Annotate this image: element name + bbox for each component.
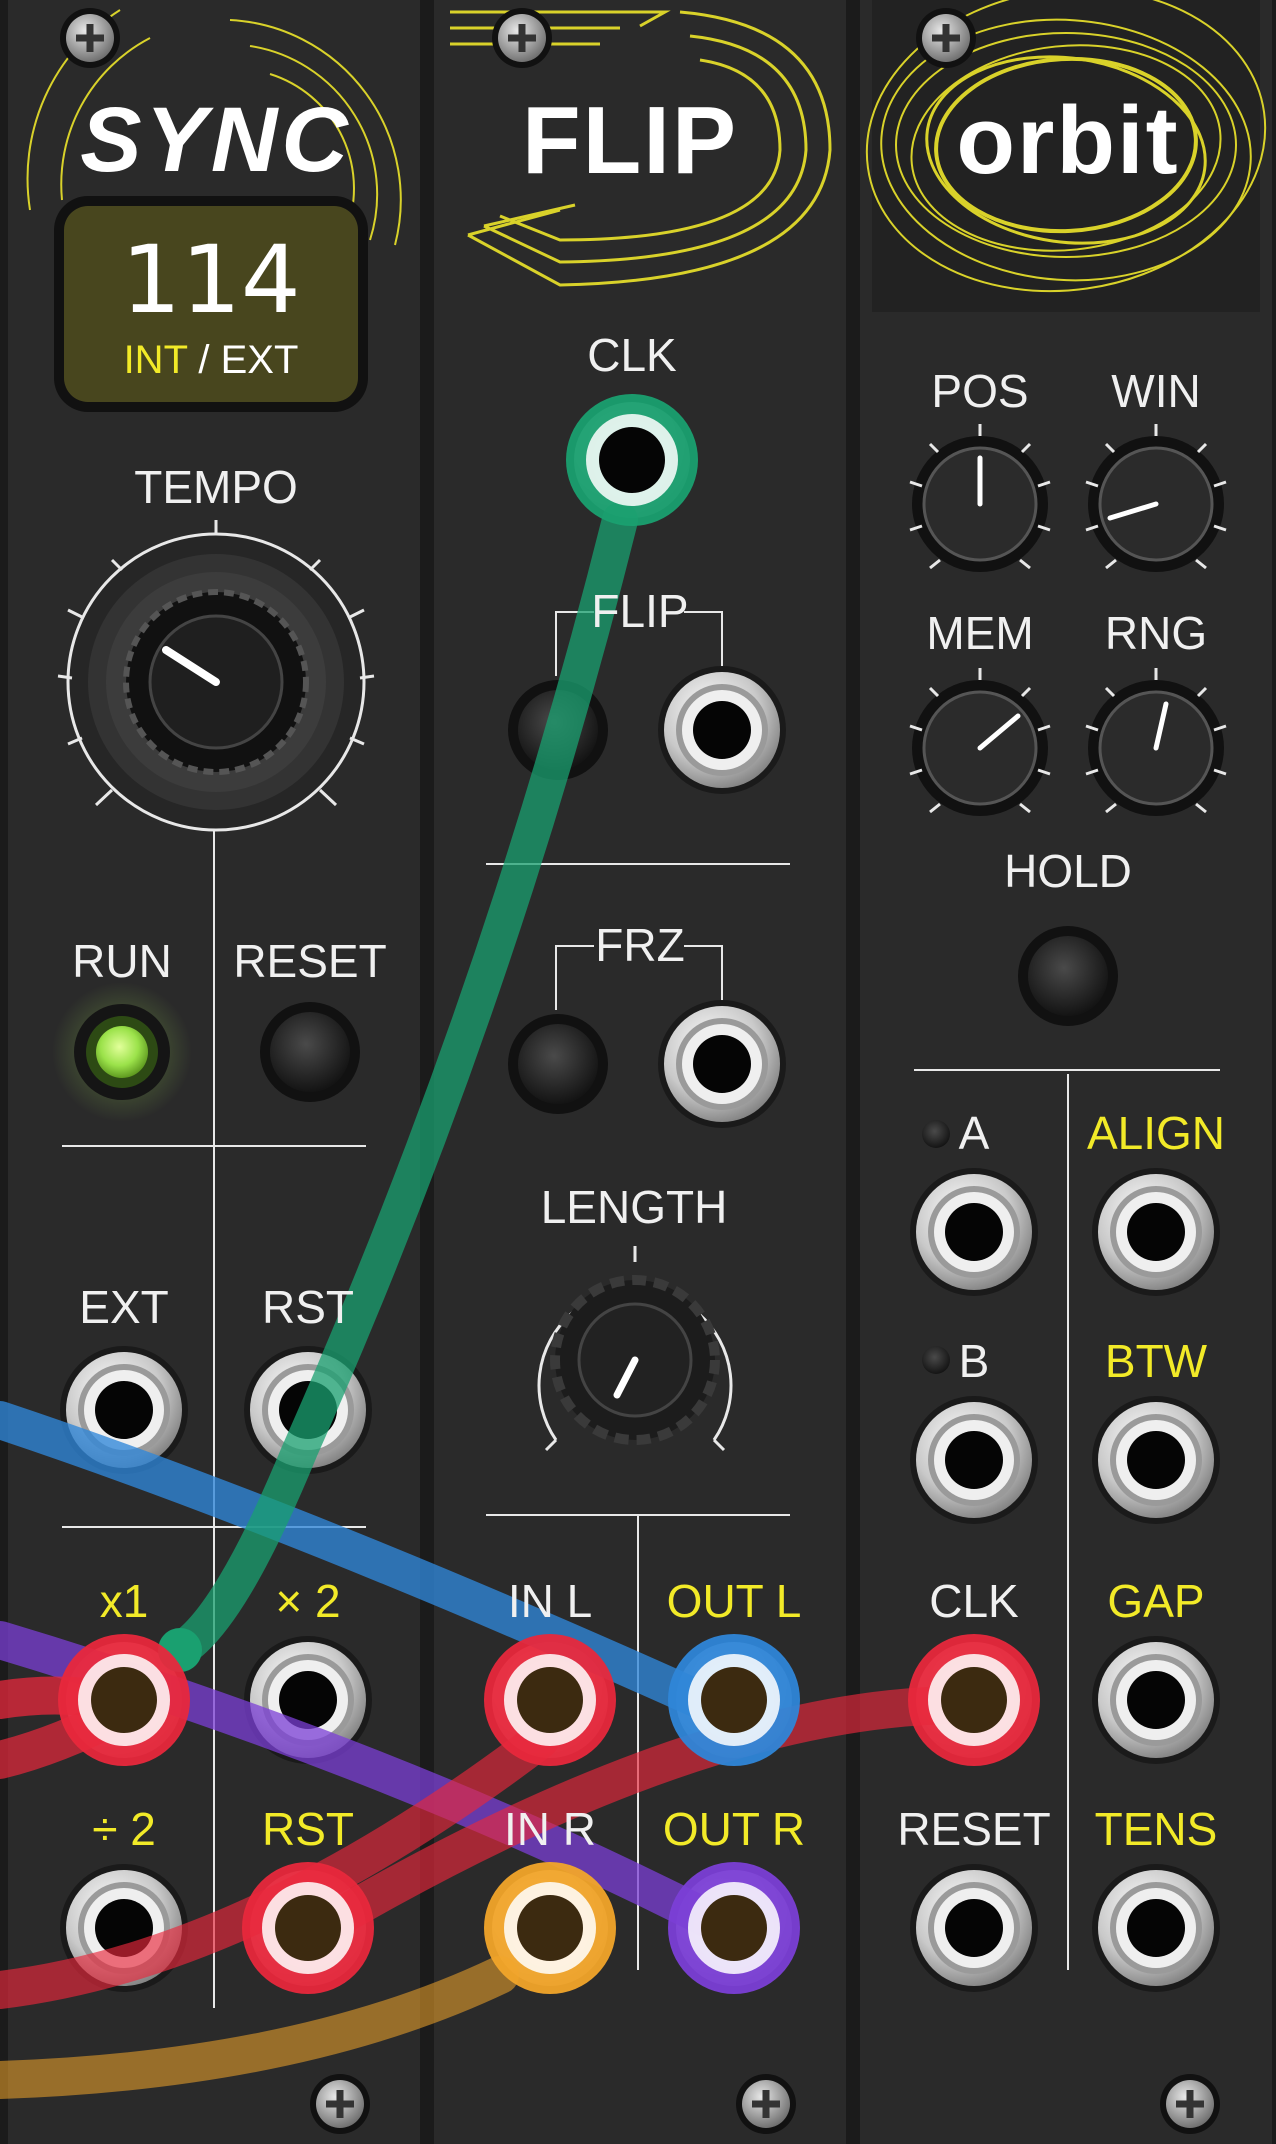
screw-flip-bottom [736,2074,796,2134]
tempo-label: TEMPO [134,461,298,513]
a-label: A [958,1107,990,1159]
btw-label: BTW [1104,1335,1208,1387]
b-led [922,1346,950,1374]
orbit-title: orbit [956,87,1180,194]
frz-button[interactable] [508,1014,608,1114]
tens-label: TENS [1094,1803,1218,1855]
hold-button[interactable] [1018,926,1118,1026]
frz-label: FRZ [595,919,685,971]
clk-label: CLK [587,329,677,381]
reset-button[interactable] [260,1002,360,1102]
clock-mode: INT / EXT [64,338,358,383]
gap-label: GAP [1107,1575,1205,1627]
tens-jack[interactable] [1092,1864,1220,1992]
reset-jack[interactable] [910,1864,1038,1992]
out-l-label: OUT L [666,1575,802,1627]
btw-jack[interactable] [1092,1396,1220,1524]
length-label: LENGTH [540,1181,728,1233]
mem-knob[interactable] [909,668,1051,816]
plug-purple-out-r[interactable] [668,1862,800,1994]
b-jack[interactable] [910,1396,1038,1524]
plug-red-clk[interactable] [908,1634,1040,1766]
frz-cv-jack[interactable] [658,1000,786,1128]
sync-title: SYNC [80,89,352,191]
screw-sync-top [60,8,120,68]
reset-in-label: RESET [897,1803,1051,1855]
a-led [922,1120,950,1148]
rst-out-label: RST [262,1803,354,1855]
plug-red-rst-out[interactable] [242,1862,374,1994]
run-led-button[interactable] [74,1004,170,1100]
div2-label: ÷ 2 [92,1803,156,1855]
rng-knob[interactable] [1085,668,1227,816]
pos-knob[interactable] [909,424,1051,572]
rng-label: RNG [1104,607,1208,659]
plug-green-flip-clk[interactable] [566,394,698,526]
x1-label: x1 [99,1575,149,1627]
gap-jack[interactable] [1092,1636,1220,1764]
out-r-label: OUT R [662,1803,806,1855]
mode-sep: / [187,338,221,382]
plug-red-in-l[interactable] [484,1634,616,1766]
flip-cv-jack[interactable] [658,666,786,794]
align-jack[interactable] [1092,1168,1220,1296]
in-l-label: IN L [507,1575,593,1627]
a-jack[interactable] [910,1168,1038,1296]
plug-orange-in-r[interactable] [484,1862,616,1994]
rst-label: RST [262,1281,354,1333]
hold-label: HOLD [1004,845,1132,897]
pos-label: POS [931,365,1029,417]
in-r-label: IN R [504,1803,596,1855]
screw-orbit-top [916,8,976,68]
ext-label: EXT [79,1281,169,1333]
plug-red-x1[interactable] [58,1634,190,1766]
screw-orbit-bottom [1160,2074,1220,2134]
flip-label: FLIP [591,585,689,637]
plug-blue-out-l[interactable] [668,1634,800,1766]
b-label: B [958,1335,990,1387]
screw-flip-top [492,8,552,68]
mode-int: INT [123,338,188,382]
win-label: WIN [1111,365,1201,417]
mem-label: MEM [926,607,1034,659]
align-label: ALIGN [1086,1107,1226,1159]
reset-label: RESET [233,935,387,987]
run-label: RUN [72,935,172,987]
mode-ext: EXT [220,338,299,382]
tempo-display[interactable]: 114 INT / EXT [64,206,358,402]
win-knob[interactable] [1085,424,1227,572]
clk-in-label: CLK [929,1575,1019,1627]
screw-sync-bottom [310,2074,370,2134]
x2-label: × 2 [275,1575,341,1627]
tempo-value: 114 [121,226,301,335]
flip-title: FLIP [522,87,738,194]
